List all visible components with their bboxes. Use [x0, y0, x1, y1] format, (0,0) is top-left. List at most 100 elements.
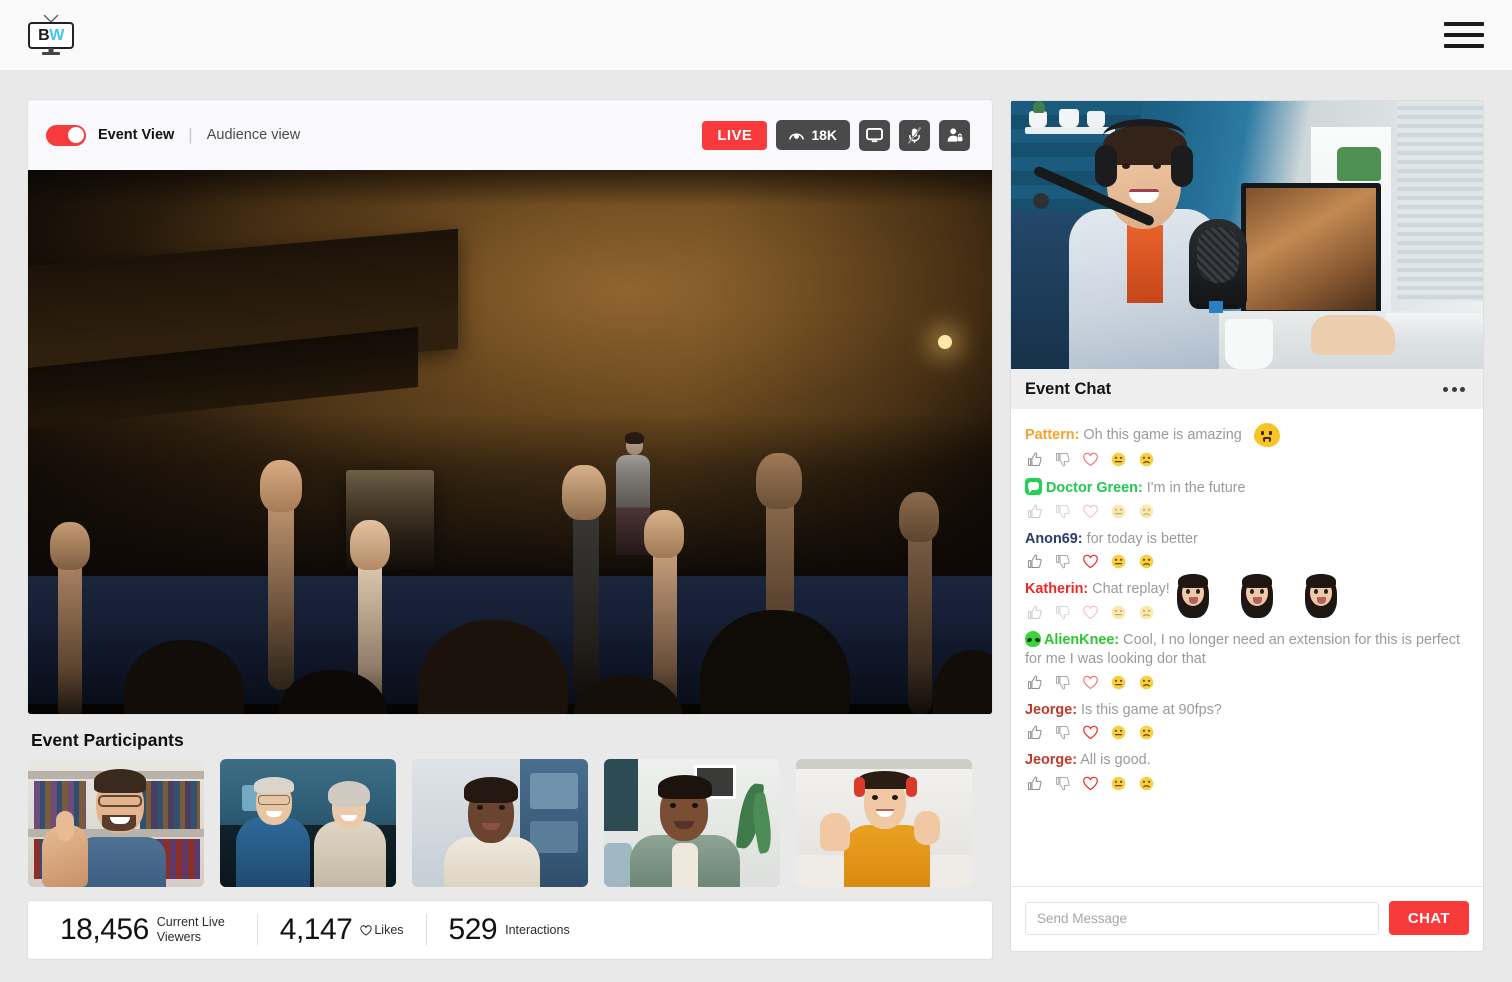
chat-username[interactable]: Jeorge:	[1025, 752, 1077, 768]
thumbs-up-icon[interactable]	[1026, 724, 1043, 741]
heart-icon[interactable]	[1082, 775, 1099, 792]
smiley-icon[interactable]	[1110, 724, 1127, 741]
p1-hair	[94, 769, 146, 793]
thumbs-up-icon[interactable]	[1026, 775, 1043, 792]
frowny-icon[interactable]	[1138, 724, 1155, 741]
smiley-icon[interactable]	[1110, 674, 1127, 691]
heart-icon[interactable]	[1082, 724, 1099, 741]
dot	[1460, 386, 1465, 392]
thumbs-down-icon[interactable]	[1054, 674, 1071, 691]
chat-username[interactable]: AlienKnee:	[1044, 632, 1119, 648]
thumbs-up-icon[interactable]	[1026, 604, 1043, 621]
p5-eye	[872, 795, 878, 800]
frowny-icon[interactable]	[1138, 553, 1155, 570]
chat-message-input[interactable]	[1025, 901, 1379, 935]
girl-emoji-group	[1173, 572, 1341, 619]
heart-icon[interactable]	[1082, 674, 1099, 691]
blob-emoji-icon	[1253, 423, 1280, 447]
heart-icon[interactable]	[1082, 553, 1099, 570]
chat-message-line: Jeorge: All is good.	[1025, 751, 1471, 771]
participant-thumbnail[interactable]	[220, 759, 396, 887]
monitor-button[interactable]	[859, 119, 890, 151]
audience-hand	[350, 520, 390, 570]
top-navigation-bar: BW	[0, 0, 1512, 70]
host-headband	[1103, 119, 1185, 153]
brand-logo[interactable]: BW	[28, 15, 74, 55]
reaction-bar	[1026, 451, 1471, 468]
frowny-icon[interactable]	[1138, 503, 1155, 520]
chat-message-text: Oh this game is amazing	[1079, 426, 1242, 443]
girl-emoji-icon	[1173, 572, 1213, 619]
thumbs-up-icon[interactable]	[1026, 503, 1043, 520]
participant-thumbnail[interactable]	[796, 759, 972, 887]
participant-thumbnail[interactable]	[28, 759, 204, 887]
main-event-video[interactable]	[28, 170, 992, 714]
chat-username[interactable]: Anon69:	[1025, 531, 1083, 547]
heart-icon[interactable]	[1082, 451, 1099, 468]
host-mic-grille	[1197, 227, 1239, 283]
audience-arm	[908, 525, 932, 714]
heart-icon[interactable]	[1082, 604, 1099, 621]
mic-mute-button[interactable]	[899, 119, 930, 151]
chat-message: Katherin: Chat replay!	[1025, 574, 1471, 621]
participant-thumbnail[interactable]	[412, 759, 588, 887]
smiley-icon[interactable]	[1110, 451, 1127, 468]
p4-eye	[692, 803, 698, 808]
p5-headphone	[906, 777, 917, 797]
stage-top-shadow	[28, 170, 992, 205]
live-badge[interactable]: LIVE	[702, 120, 768, 150]
privacy-button[interactable]	[939, 119, 970, 151]
participants-section-title: Event Participants	[31, 730, 184, 750]
chat-message-text: I'm in the future	[1142, 480, 1246, 496]
event-view-toggle[interactable]	[46, 124, 86, 146]
p5-hair-top	[858, 771, 912, 789]
thumbs-down-icon[interactable]	[1054, 553, 1071, 570]
audience-arm	[573, 500, 599, 700]
thumbs-down-icon[interactable]	[1054, 724, 1071, 741]
host-smile	[1129, 189, 1159, 203]
chat-message-list[interactable]: Pattern: Oh this game is amazing Doctor …	[1011, 409, 1483, 886]
event-view-card: Event View | Audience view LIVE 18K	[28, 100, 992, 714]
chat-username[interactable]: Doctor Green:	[1046, 480, 1143, 496]
tv-logo-icon: BW	[28, 15, 74, 55]
audience-hand	[644, 510, 684, 558]
frowny-icon[interactable]	[1138, 674, 1155, 691]
chat-username[interactable]: Katherin:	[1025, 581, 1088, 597]
host-video[interactable]	[1011, 101, 1483, 369]
p4-window	[604, 759, 638, 831]
thumbs-down-icon[interactable]	[1054, 451, 1071, 468]
dot	[1443, 386, 1448, 392]
heart-icon[interactable]	[1082, 503, 1099, 520]
stat-label: Likes	[374, 922, 404, 937]
host-shelf-pot	[1029, 111, 1047, 128]
p4-cushion	[604, 843, 632, 887]
p5-waving-hand	[820, 813, 850, 851]
stat-label: Interactions	[505, 922, 570, 937]
smiley-icon[interactable]	[1110, 604, 1127, 621]
chat-send-button[interactable]: CHAT	[1388, 901, 1469, 935]
logo-letter-b: B	[38, 26, 50, 44]
participant-thumbnail[interactable]	[604, 759, 780, 887]
chat-username[interactable]: Pattern:	[1025, 427, 1079, 443]
frowny-icon[interactable]	[1138, 451, 1155, 468]
thumbs-down-icon[interactable]	[1054, 503, 1071, 520]
viewer-count-pill[interactable]: 18K	[776, 120, 850, 150]
thumbs-up-icon[interactable]	[1026, 553, 1043, 570]
thumbs-up-icon[interactable]	[1026, 451, 1043, 468]
more-options-icon[interactable]	[1443, 386, 1465, 392]
chat-username[interactable]: Jeorge:	[1025, 702, 1077, 718]
smiley-icon[interactable]	[1110, 553, 1127, 570]
chat-message: Doctor Green: I'm in the future	[1025, 478, 1471, 520]
smiley-icon[interactable]	[1110, 503, 1127, 520]
p1-glasses	[98, 795, 142, 807]
p2-man-hair	[254, 777, 294, 793]
frowny-icon[interactable]	[1138, 604, 1155, 621]
stage-spotlight	[938, 335, 952, 349]
hamburger-menu-icon[interactable]	[1444, 22, 1484, 48]
p3-wall-art	[530, 773, 578, 809]
thumbs-down-icon[interactable]	[1054, 775, 1071, 792]
frowny-icon[interactable]	[1138, 775, 1155, 792]
thumbs-down-icon[interactable]	[1054, 604, 1071, 621]
smiley-icon[interactable]	[1110, 775, 1127, 792]
thumbs-up-icon[interactable]	[1026, 674, 1043, 691]
